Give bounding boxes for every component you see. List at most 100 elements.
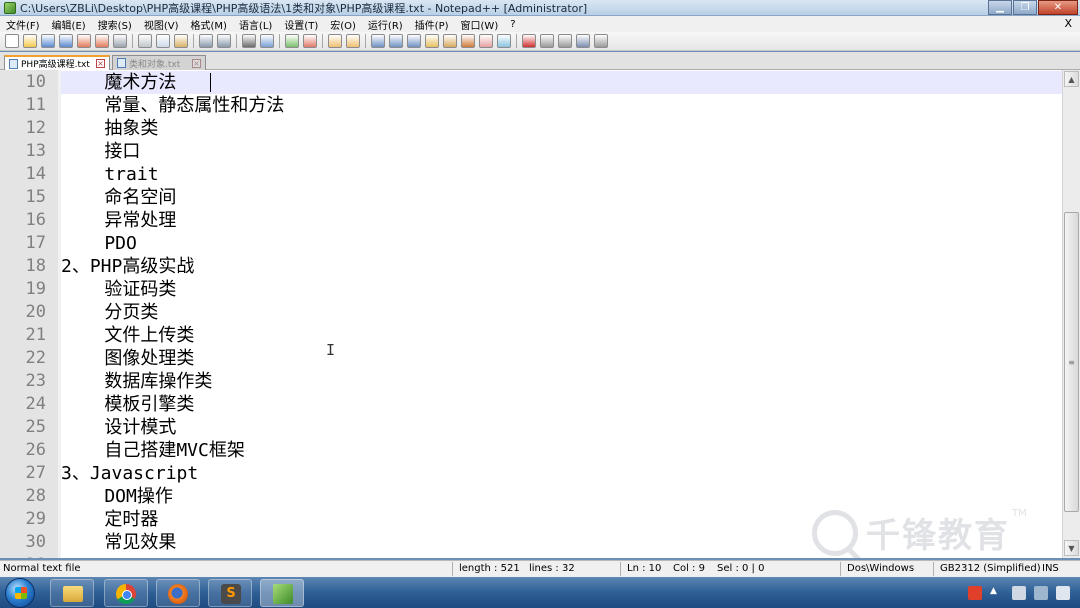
scrollbar-thumb[interactable]: ≡ xyxy=(1064,212,1079,512)
menu-plugins[interactable]: 插件(P) xyxy=(409,17,455,32)
battery-icon[interactable] xyxy=(1012,585,1026,600)
taskbar-sublime-button[interactable]: S xyxy=(208,579,252,607)
menu-bar: 文件(F) 编辑(E) 搜索(S) 视图(V) 格式(M) 语言(L) 设置(T… xyxy=(0,16,1080,32)
menu-file[interactable]: 文件(F) xyxy=(0,17,46,32)
menu-help[interactable]: ? xyxy=(504,19,521,30)
line-number: 23 xyxy=(25,371,46,391)
input-method-icon[interactable] xyxy=(968,585,982,600)
close-all-icon[interactable] xyxy=(95,34,109,48)
line-number: 11 xyxy=(25,95,46,115)
undo-icon[interactable] xyxy=(199,34,213,48)
status-encoding: GB2312 (Simplified) xyxy=(940,563,1041,574)
menu-edit[interactable]: 编辑(E) xyxy=(46,17,92,32)
close-document-button[interactable]: X xyxy=(1064,17,1072,30)
line-text: 接口 xyxy=(61,141,141,162)
scroll-down-arrow-icon[interactable]: ▼ xyxy=(1064,540,1079,556)
show-hidden-icons-icon[interactable]: ▲ xyxy=(990,586,1004,600)
indent-guide-icon[interactable] xyxy=(407,34,421,48)
status-file-type: Normal text file xyxy=(3,563,81,574)
new-file-icon[interactable] xyxy=(5,34,19,48)
status-divider xyxy=(620,562,621,576)
editor-line: 25 设计模式 xyxy=(0,416,1062,439)
show-all-chars-icon[interactable] xyxy=(389,34,403,48)
play-macro-icon[interactable] xyxy=(558,34,572,48)
tab-close-button[interactable]: × xyxy=(96,59,105,68)
menu-settings[interactable]: 设置(T) xyxy=(278,17,324,32)
close-file-icon[interactable] xyxy=(77,34,91,48)
line-number: 21 xyxy=(25,325,46,345)
monitoring-icon[interactable] xyxy=(497,34,511,48)
taskbar-explorer-button[interactable] xyxy=(50,579,94,607)
find-icon[interactable] xyxy=(242,34,256,48)
toolbar-separator xyxy=(365,34,366,48)
menu-view[interactable]: 视图(V) xyxy=(138,17,185,32)
print-icon[interactable] xyxy=(113,34,127,48)
editor-line: 15 命名空间 xyxy=(0,186,1062,209)
vertical-scrollbar[interactable]: ▲ ≡ ▼ xyxy=(1062,70,1080,558)
line-text: 常量、静态属性和方法 xyxy=(61,95,285,116)
redo-icon[interactable] xyxy=(217,34,231,48)
system-tray: ▲ xyxy=(964,577,1074,608)
line-text: 命名空间 xyxy=(61,187,177,208)
scroll-up-arrow-icon[interactable]: ▲ xyxy=(1064,71,1079,87)
editor-line: 21 文件上传类 xyxy=(0,324,1062,347)
taskbar-chrome-button[interactable] xyxy=(104,579,148,607)
save-macro-icon[interactable] xyxy=(594,34,608,48)
start-button[interactable] xyxy=(5,578,35,608)
editor-area[interactable]: 10 魔术方法 11 常量、静态属性和方法 12 抽象类 13 接口 14 trait 1… xyxy=(0,70,1080,558)
word-wrap-icon[interactable] xyxy=(371,34,385,48)
toolbar xyxy=(0,32,1080,51)
menu-language[interactable]: 语言(L) xyxy=(233,17,278,32)
folder-workspace-icon[interactable] xyxy=(479,34,493,48)
paste-icon[interactable] xyxy=(174,34,188,48)
menu-window[interactable]: 窗口(W) xyxy=(455,17,505,32)
toolbar-separator xyxy=(279,34,280,48)
maximize-button[interactable]: ❐ xyxy=(1013,0,1037,15)
menu-search[interactable]: 搜索(S) xyxy=(92,17,138,32)
menu-format[interactable]: 格式(M) xyxy=(185,17,233,32)
minimize-button[interactable]: ▁ xyxy=(988,0,1012,15)
tab-label: PHP高级课程.txt xyxy=(21,60,90,70)
user-language-icon[interactable] xyxy=(425,34,439,48)
stop-macro-icon[interactable] xyxy=(540,34,554,48)
replace-icon[interactable] xyxy=(260,34,274,48)
volume-icon[interactable] xyxy=(1056,585,1070,600)
tab-php-course[interactable]: PHP高级课程.txt × xyxy=(4,55,110,70)
line-number: 15 xyxy=(25,187,46,207)
open-file-icon[interactable] xyxy=(23,34,37,48)
document-icon xyxy=(117,58,126,68)
run-macro-multiple-icon[interactable] xyxy=(576,34,590,48)
sync-vertical-icon[interactable] xyxy=(328,34,342,48)
function-list-icon[interactable] xyxy=(461,34,475,48)
zoom-out-icon[interactable] xyxy=(303,34,317,48)
line-number: 28 xyxy=(25,486,46,506)
status-bar: Normal text file length : 521 lines : 32… xyxy=(0,560,1080,577)
menu-run[interactable]: 运行(R) xyxy=(362,17,409,32)
line-text: 异常处理 xyxy=(61,210,177,231)
window-controls: ▁ ❐ ✕ xyxy=(987,0,1078,15)
copy-icon[interactable] xyxy=(156,34,170,48)
taskbar-firefox-button[interactable] xyxy=(156,579,200,607)
tab-class-object[interactable]: 类和对象.txt × xyxy=(112,55,206,70)
editor-line: 11 常量、静态属性和方法 xyxy=(0,94,1062,117)
windows-taskbar: S ▲ xyxy=(0,577,1080,608)
record-macro-icon[interactable] xyxy=(522,34,536,48)
save-icon[interactable] xyxy=(41,34,55,48)
menu-macro[interactable]: 宏(O) xyxy=(324,17,362,32)
status-lines: lines : 32 xyxy=(529,563,575,574)
line-text: 模板引擎类 xyxy=(61,394,195,415)
tab-label: 类和对象.txt xyxy=(129,59,181,70)
cut-icon[interactable] xyxy=(138,34,152,48)
watermark-text: 千锋教育 xyxy=(866,516,1010,556)
line-number: 22 xyxy=(25,348,46,368)
taskbar-notepad-plus-plus-button[interactable] xyxy=(260,579,304,607)
network-icon[interactable] xyxy=(1034,585,1048,600)
toolbar-separator xyxy=(132,34,133,48)
document-map-icon[interactable] xyxy=(443,34,457,48)
tab-close-button[interactable]: × xyxy=(192,58,201,68)
save-all-icon[interactable] xyxy=(59,34,73,48)
zoom-in-icon[interactable] xyxy=(285,34,299,48)
sync-horizontal-icon[interactable] xyxy=(346,34,360,48)
close-window-button[interactable]: ✕ xyxy=(1038,0,1078,15)
firefox-icon xyxy=(168,584,188,604)
